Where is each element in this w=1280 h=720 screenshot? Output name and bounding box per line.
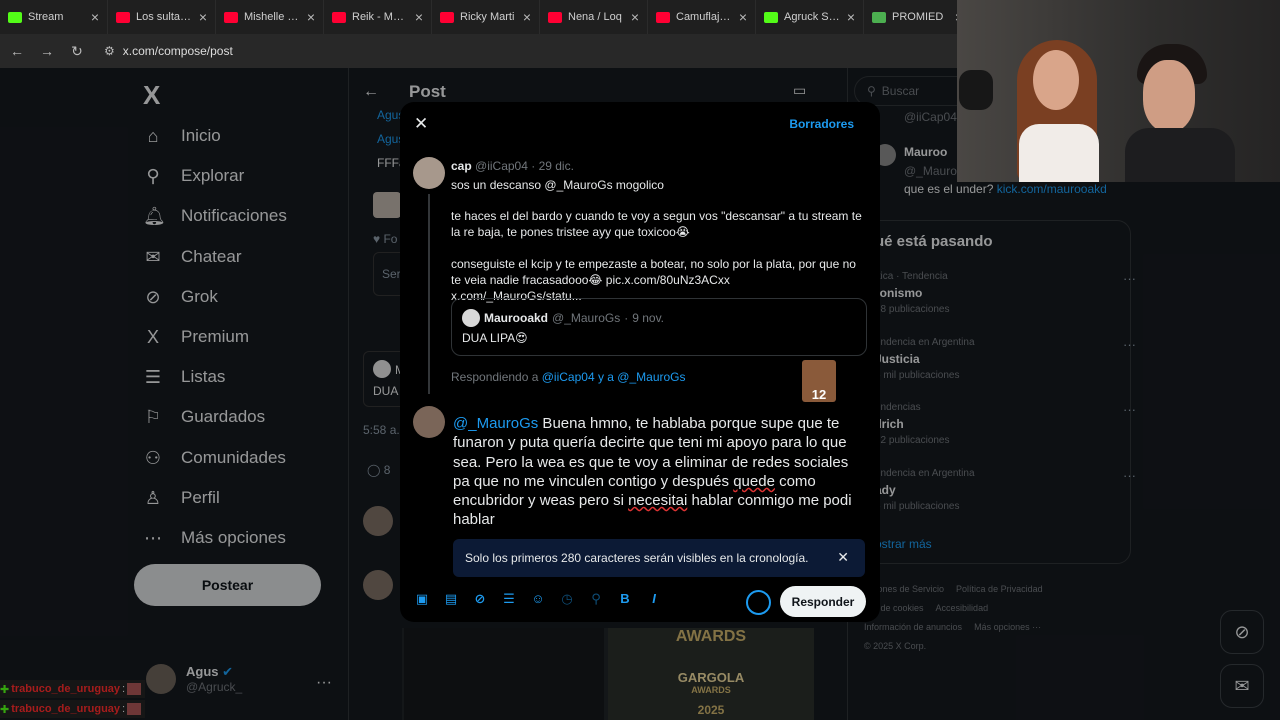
- reply-target-text: te haces el del bardo y cuando te voy a …: [451, 209, 862, 239]
- tab-label: Nena / Loq: [568, 11, 622, 23]
- reply-dialog: ✕ Borradores cap @iiCap04 · 29 dic. sos …: [400, 102, 880, 622]
- replying-mentions[interactable]: @iiCap04 y a @_MauroGs: [542, 370, 686, 384]
- tab-label: Agruck Stre: [784, 11, 841, 23]
- microphone-image: [959, 70, 993, 110]
- bold-icon[interactable]: B: [617, 591, 633, 607]
- gif-icon[interactable]: ▤: [443, 591, 459, 607]
- close-tab-icon[interactable]: ×: [307, 9, 315, 25]
- browser-tab[interactable]: Nena / Loq ×: [540, 0, 648, 34]
- schedule-icon[interactable]: ◷: [559, 591, 575, 607]
- tab-favicon-icon: [8, 11, 22, 23]
- close-tab-icon[interactable]: ×: [631, 9, 639, 25]
- person-left-body: [1019, 124, 1099, 182]
- reply-target-text: conseguiste el kcip y te empezaste a bot…: [451, 257, 856, 303]
- back-icon[interactable]: ←: [10, 43, 24, 59]
- tab-label: Ricky Marti: [460, 11, 515, 23]
- italic-icon[interactable]: I: [646, 591, 662, 607]
- close-tab-icon[interactable]: ×: [415, 9, 423, 25]
- location-icon[interactable]: ⚲: [588, 591, 604, 607]
- close-tab-icon[interactable]: ×: [523, 9, 531, 25]
- close-notice-icon[interactable]: ✕: [837, 549, 849, 566]
- compose-textarea[interactable]: @_MauroGs Buena hmno, te hablaba porque …: [453, 414, 865, 530]
- stream-emote: 12: [802, 360, 836, 402]
- tab-favicon-icon: [764, 11, 778, 23]
- close-tab-icon[interactable]: ×: [847, 9, 855, 25]
- tab-label: PROMIED: [892, 11, 944, 23]
- poll-icon[interactable]: ☰: [501, 591, 517, 607]
- tab-favicon-icon: [332, 11, 346, 23]
- browser-tab[interactable]: Camuflaje R ×: [648, 0, 756, 34]
- avatar: [413, 406, 445, 438]
- avatar: [462, 309, 480, 327]
- grok-icon[interactable]: ⊘: [472, 591, 488, 607]
- quote-text: DUA LIPA😍: [462, 331, 528, 345]
- compose-toolbar: ▣ ▤ ⊘ ☰ ☺ ◷ ⚲ B I: [414, 591, 662, 607]
- url-text: x.com/compose/post: [122, 44, 233, 58]
- tab-label: Stream: [28, 11, 64, 23]
- browser-tab[interactable]: PROMIED×: [864, 0, 972, 34]
- tab-label: Los sultanes: [136, 11, 193, 23]
- browser-tab[interactable]: Los sultanes ×: [108, 0, 216, 34]
- webcam-overlay: [957, 0, 1280, 182]
- quote-header: Maurooakd @_MauroGs · 9 nov.: [462, 309, 664, 327]
- tab-favicon-icon: [872, 11, 886, 23]
- image-icon[interactable]: ▣: [414, 591, 430, 607]
- tab-favicon-icon: [116, 11, 130, 23]
- person-left-face: [1033, 50, 1079, 110]
- char-count-ring: [746, 590, 771, 615]
- drafts-button[interactable]: Borradores: [789, 117, 854, 131]
- forward-icon[interactable]: →: [40, 43, 54, 59]
- person-right-body: [1125, 128, 1235, 182]
- tab-favicon-icon: [224, 11, 238, 23]
- site-settings-icon[interactable]: ⚙: [104, 44, 115, 58]
- browser-tab[interactable]: Reik - Me N ×: [324, 0, 432, 34]
- tab-label: Reik - Me N: [352, 11, 409, 23]
- tab-favicon-icon: [548, 11, 562, 23]
- close-icon[interactable]: ✕: [414, 114, 428, 134]
- close-tab-icon[interactable]: ×: [739, 9, 747, 25]
- tab-favicon-icon: [656, 11, 670, 23]
- tab-label: Camuflaje R: [676, 11, 733, 23]
- emoji-icon[interactable]: ☺: [530, 591, 546, 607]
- tab-favicon-icon: [440, 11, 454, 23]
- browser-tab[interactable]: Stream ×: [0, 0, 108, 34]
- browser-tab[interactable]: Mishelle Ma ×: [216, 0, 324, 34]
- reply-target-text: sos un descanso @_MauroGs mogolico: [451, 178, 664, 192]
- person-right-face: [1143, 60, 1195, 132]
- avatar: [413, 157, 445, 189]
- tab-label: Mishelle Ma: [244, 11, 301, 23]
- close-tab-icon[interactable]: ×: [199, 9, 207, 25]
- url-field[interactable]: ⚙ x.com/compose/post: [104, 44, 233, 58]
- reply-button[interactable]: Responder: [780, 586, 866, 617]
- reply-target-header: cap @iiCap04 · 29 dic.: [451, 159, 574, 173]
- browser-tab[interactable]: Agruck Stre ×: [756, 0, 864, 34]
- char-limit-notice: Solo los primeros 280 caracteres serán v…: [453, 539, 865, 577]
- browser-tab[interactable]: Ricky Marti ×: [432, 0, 540, 34]
- reload-icon[interactable]: ↻: [70, 43, 84, 60]
- thread-line: [428, 194, 430, 394]
- replying-to: Respondiendo a @iiCap04 y a @_MauroGs: [451, 370, 686, 384]
- close-tab-icon[interactable]: ×: [91, 9, 99, 25]
- quoted-post[interactable]: Maurooakd @_MauroGs · 9 nov. DUA LIPA😍: [451, 298, 867, 356]
